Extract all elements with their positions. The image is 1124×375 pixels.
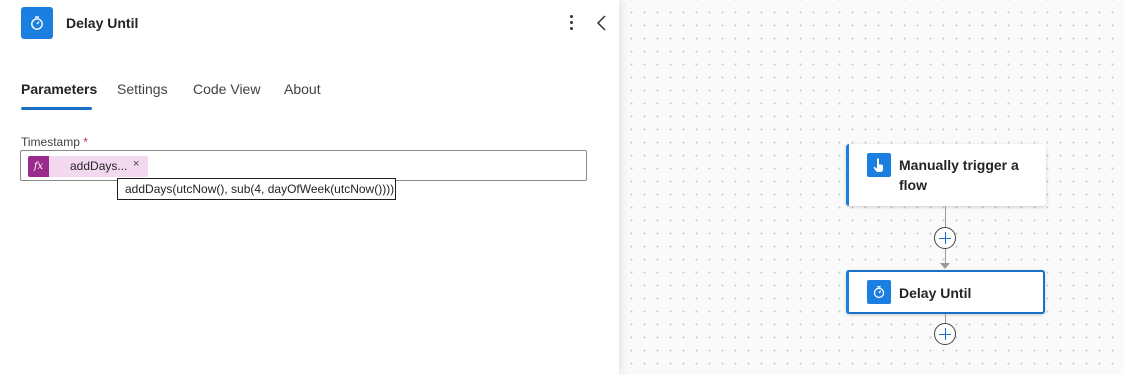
chevron-left-icon[interactable] [594,13,610,33]
tab-settings[interactable]: Settings [117,81,168,97]
node-accent [846,144,849,206]
add-step-button[interactable] [934,323,956,345]
expression-tooltip: addDays(utcNow(), sub(4, dayOfWeek(utcNo… [117,178,396,200]
expression-token[interactable]: fx addDays... × [28,156,148,177]
properties-panel: Delay Until Parameters Settings Code Vie… [0,0,619,375]
token-text: addDays... [70,159,128,173]
tab-parameters[interactable]: Parameters [21,81,97,97]
node-accent [846,270,849,314]
connector-line [945,206,946,228]
add-step-button[interactable] [934,227,956,249]
connector-arrow [940,263,950,269]
timer-icon [867,280,891,304]
touch-trigger-icon [867,153,891,177]
timestamp-label-text: Timestamp [21,135,80,149]
trigger-node[interactable]: Manually trigger a flow [846,144,1046,206]
function-icon: fx [28,156,49,177]
connector-line [945,249,946,263]
timer-icon [21,7,53,39]
remove-token-icon[interactable]: × [133,158,139,170]
active-tab-indicator [21,107,92,110]
delay-until-node-label: Delay Until [899,285,972,301]
tab-code-view[interactable]: Code View [193,81,260,97]
trigger-node-label: Manually trigger a flow [899,157,1019,193]
panel-title: Delay Until [66,15,139,31]
designer-canvas[interactable]: Manually trigger a flow Delay Until [619,0,1124,375]
delay-until-node[interactable]: Delay Until [846,270,1045,314]
more-vertical-icon[interactable] [563,12,579,34]
timestamp-input[interactable]: fx addDays... × [20,150,587,181]
required-mark: * [83,135,88,149]
tab-about[interactable]: About [284,81,321,97]
timestamp-label: Timestamp * [21,135,88,149]
